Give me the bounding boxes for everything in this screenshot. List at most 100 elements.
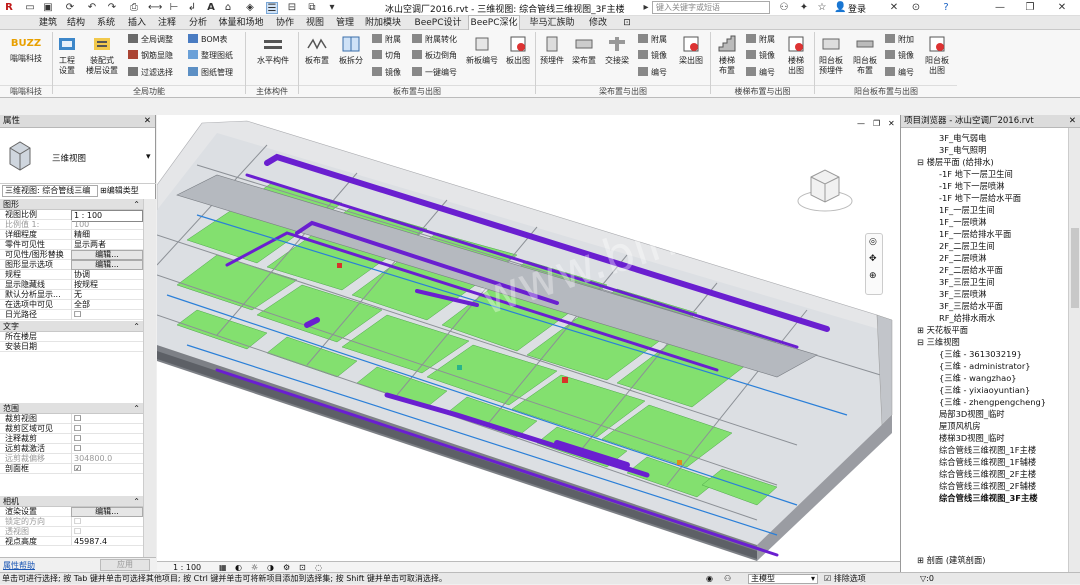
exclude-options-checkbox[interactable]: ☑ 排除选项 [824,573,866,585]
tree-group-plumbing[interactable]: ⊟ 楼层平面 (给排水) [917,157,994,167]
slab-drawing-button[interactable]: 板出图 [503,34,533,66]
tree-item[interactable]: RF_给排水雨水 [939,313,995,323]
stair-attach-button[interactable]: 附属 [746,34,775,46]
annotation-crop-checkbox[interactable]: ☐ [71,434,143,444]
tab-architecture[interactable]: 建筑 [36,16,60,30]
instance-selector[interactable]: 三维视图: 综合管线三编 [2,185,98,197]
group-camera[interactable]: 相机 ⌃ [0,496,143,507]
type-selector[interactable]: 三维视图 ▾ [0,128,156,184]
organize-drawings-button[interactable]: 整理图纸 [188,50,233,62]
slab-attach-button[interactable]: 附属 [372,34,401,46]
project-settings-button[interactable]: 工程 设置 [54,34,80,76]
tab-structure[interactable]: 结构 [64,16,88,30]
star-icon[interactable]: ☆ [816,2,828,14]
group-extents[interactable]: 范围 ⌃ [0,403,143,414]
slab-mirror-button[interactable]: 镜像 [372,67,401,79]
balcony-number-button[interactable]: 编号 [885,67,914,79]
tree-item[interactable]: {三维 - zhengpengcheng} [939,397,1046,407]
close-properties-icon[interactable]: ✕ [144,115,151,128]
edit-graphics-button[interactable]: 编辑... [71,260,143,270]
viewport-minimize-icon[interactable]: — [857,119,865,128]
section-box-checkbox[interactable]: ☑ [71,464,143,474]
global-adjust-button[interactable]: 全局调整 [128,34,173,46]
tree-item[interactable]: 3F_三层卫生间 [939,277,995,287]
tag-icon[interactable]: ↲ [186,2,198,14]
tree-item[interactable]: 屋顶风机房 [939,421,981,431]
help-icon[interactable]: ? [940,2,952,14]
prop-value[interactable]: 无 [71,290,143,300]
print-icon[interactable]: ⎙ [128,2,140,14]
sync-icon[interactable]: ⟳ [64,2,76,14]
subscription-icon[interactable]: ✦ [798,2,810,14]
redo-icon[interactable]: ↷ [106,2,118,14]
assembly-floor-button[interactable]: 装配式 楼层设置 [82,34,122,76]
buzz-button[interactable]: BUZZ 嗡嗡科技 [6,34,46,64]
thin-lines-icon[interactable]: ☰ [266,2,278,14]
revit-logo-icon[interactable]: R [3,2,15,14]
type-dropdown-icon[interactable]: ▾ [146,152,151,162]
switch-windows-icon[interactable]: ⧉ [306,2,318,14]
render-settings-button[interactable]: 编辑... [71,507,143,517]
tree-item[interactable]: 3F_三层给水平面 [939,301,1003,311]
tree-item[interactable]: {三维 - 361303219} [939,349,1022,359]
tab-addins[interactable]: 附加模块 [363,16,403,30]
pan-icon[interactable]: ✥ [869,254,877,264]
tree-item[interactable]: 2F_二层卫生间 [939,241,995,251]
tree-item[interactable]: {三维 - yixiaoyuntian} [939,385,1030,395]
tab-systems[interactable]: 系统 [94,16,118,30]
open-icon[interactable]: ▭ [24,2,36,14]
rebar-hide-button[interactable]: 钢筋显隐 [128,50,173,62]
tab-analyze[interactable]: 分析 [185,16,211,30]
tab-modify[interactable]: 修改 [586,16,610,30]
apply-button[interactable]: 应用 [100,559,150,571]
crop-view-checkbox[interactable]: ☐ [71,414,143,424]
text-icon[interactable]: A [205,2,217,14]
group-text[interactable]: 文字 ⌃ [0,321,143,332]
balcony-prefab-button[interactable]: 阳台板 预埋件 [816,34,846,76]
prop-value[interactable]: 按规程 [71,280,143,290]
balcony-attach-button[interactable]: 附加 [885,34,914,46]
filter-select-button[interactable]: 过滤选择 [128,67,173,79]
tree-item[interactable]: 综合管线三维视图_2F辅楼 [939,481,1036,491]
prop-value[interactable]: 全部 [71,300,143,310]
group-graphics[interactable]: 图形 ⌃ [0,199,143,210]
maximize-icon[interactable]: ❐ [1024,2,1036,14]
viewport-close-icon[interactable]: ✕ [888,119,895,128]
balcony-mirror-button[interactable]: 镜像 [885,50,914,62]
tab-insert[interactable]: 插入 [125,16,149,30]
3d-view-icon[interactable]: ⌂ [222,2,234,14]
worksharing-icon[interactable]: ⚇ [724,573,731,585]
search-dropdown-icon[interactable]: ▸ [640,2,652,14]
login-link[interactable]: 登录 [848,2,866,15]
tab-beepc-design[interactable]: BeePC设计 [410,16,466,30]
worksets-icon[interactable]: ◉ [706,573,713,585]
tree-item[interactable]: 3F_电气弱电 [939,133,986,143]
prop-value[interactable]: 显示两者 [71,240,143,250]
tab-options-icon[interactable]: ⊡ [620,16,634,30]
prop-value[interactable]: 45987.4 [71,537,143,545]
stair-mirror-button[interactable]: 镜像 [746,50,775,62]
save-icon[interactable]: ▣ [42,2,54,14]
drawing-mgmt-button[interactable]: 图纸管理 [188,67,233,79]
prefab-beam-button[interactable]: 预埋件 [537,34,567,66]
steering-wheel-icon[interactable]: ◎ [869,237,877,247]
tree-group-3d[interactable]: ⊟ 三维视图 [917,337,960,347]
undo-icon[interactable]: ↶ [86,2,98,14]
tree-item[interactable]: 综合管线三维视图_2F主楼 [939,469,1036,479]
binoculars-icon[interactable]: ⚇ [778,2,790,14]
stair-layout-button[interactable]: 楼梯 布置 [713,34,741,76]
beam-attach-button[interactable]: 附属 [638,34,667,46]
one-key-number-button[interactable]: 一键编号 [412,67,457,79]
viewport-restore-icon[interactable]: ❐ [873,119,880,128]
tree-item[interactable]: {三维 - wangzhao} [939,373,1017,383]
tree-item[interactable]: 综合管线三维视图_1F辅楼 [939,457,1036,467]
tree-item[interactable]: 2F_二层给水平面 [939,265,1003,275]
tab-family-helper[interactable]: 毕马汇族助手 [526,16,578,42]
tree-item[interactable]: -1F 地下一层喷淋 [939,181,1004,191]
edit-type-button[interactable]: ⊞编辑类型 [100,185,152,197]
tab-massing[interactable]: 体量和场地 [216,16,266,30]
design-option-select[interactable]: 主模型 ▾ [748,574,818,584]
tree-item[interactable]: 1F_一层喷淋 [939,217,986,227]
3d-viewport[interactable]: www.bim.com ◎ ✥ ⊕ — ❐ ✕ [157,115,900,572]
dimension-icon[interactable]: ⊢ [168,2,180,14]
